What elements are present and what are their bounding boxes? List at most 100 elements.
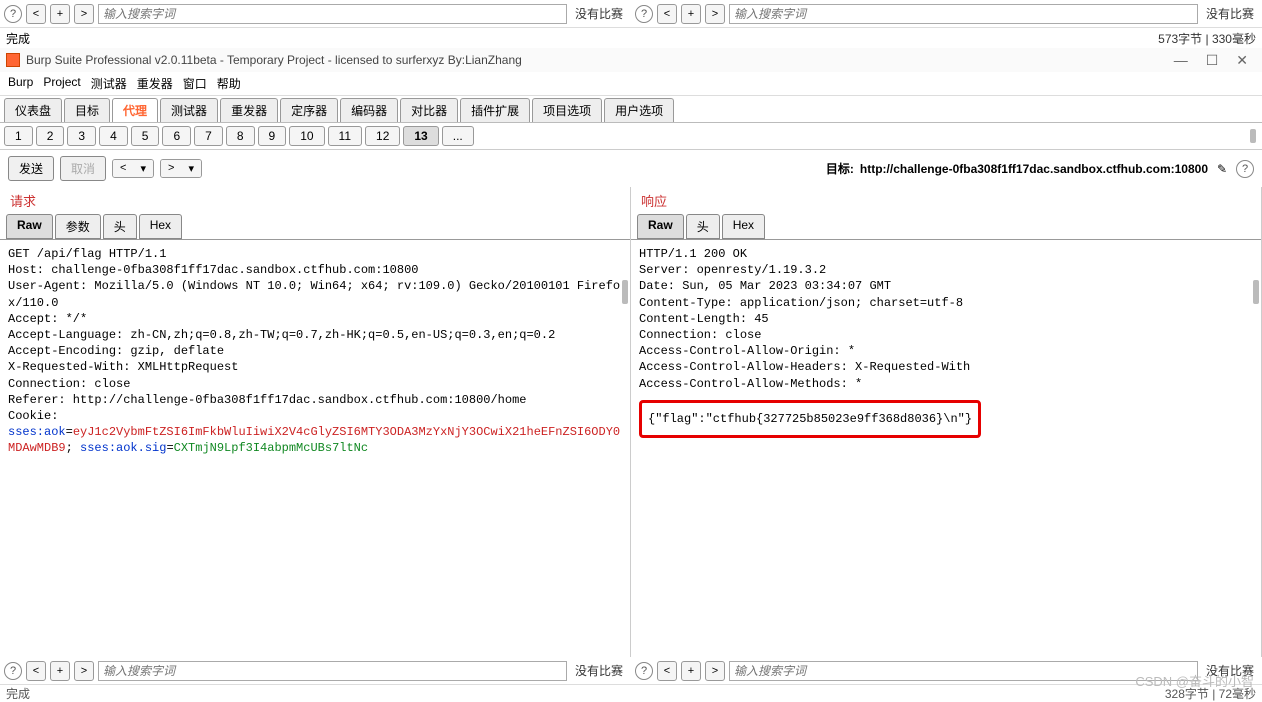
menu-item[interactable]: 帮助 — [217, 75, 241, 92]
num-tab[interactable]: 6 — [162, 126, 191, 146]
num-tab[interactable]: 10 — [289, 126, 324, 146]
scrollbar[interactable] — [622, 280, 628, 304]
help-icon[interactable]: ? — [635, 662, 653, 680]
menu-item[interactable]: Burp — [8, 75, 33, 92]
num-tab[interactable]: ... — [442, 126, 474, 146]
watermark: CSDN @奋斗的小智 — [1135, 671, 1254, 690]
response-line: Server: openresty/1.19.3.2 — [639, 262, 1253, 278]
request-panel-title: 请求 — [0, 187, 630, 214]
minimize-button[interactable]: — — [1174, 52, 1188, 69]
sub-tab[interactable]: 参数 — [55, 214, 101, 239]
response-line: Date: Sun, 05 Mar 2023 03:34:07 GMT — [639, 278, 1253, 294]
status-done: 完成 — [6, 30, 1158, 47]
target-label: 目标: — [826, 160, 854, 177]
num-tab[interactable]: 13 — [403, 126, 438, 146]
response-line: Content-Type: application/json; charset=… — [639, 295, 1253, 311]
prev-button[interactable]: < — [26, 661, 46, 681]
next-button[interactable]: > — [74, 661, 94, 681]
next-button[interactable]: > — [705, 4, 725, 24]
next-button[interactable]: > — [74, 4, 94, 24]
num-tab[interactable]: 11 — [328, 126, 362, 146]
search-input-bottom-right[interactable] — [729, 661, 1198, 681]
num-tab[interactable]: 7 — [194, 126, 223, 146]
scrollbar[interactable] — [1253, 280, 1259, 304]
sub-tab[interactable]: Raw — [6, 214, 53, 239]
request-line: X-Requested-With: XMLHttpRequest — [8, 359, 622, 375]
prev-button[interactable]: < — [657, 661, 677, 681]
cancel-button[interactable]: 取消 — [60, 156, 106, 181]
request-line: Accept: */* — [8, 311, 622, 327]
tabs-scrollbar[interactable] — [1250, 129, 1256, 143]
sub-tab[interactable]: Hex — [722, 214, 765, 239]
menu-item[interactable]: 测试器 — [91, 75, 127, 92]
num-tab[interactable]: 12 — [365, 126, 400, 146]
status-done: 完成 — [6, 685, 1165, 702]
num-tab[interactable]: 3 — [67, 126, 96, 146]
target-url: http://challenge-0fba308f1ff17dac.sandbo… — [860, 162, 1208, 176]
prev-button[interactable]: < — [26, 4, 46, 24]
menu-item[interactable]: 重发器 — [137, 75, 173, 92]
num-tab[interactable]: 1 — [4, 126, 33, 146]
sub-tab[interactable]: Hex — [139, 214, 182, 239]
send-button[interactable]: 发送 — [8, 156, 54, 181]
no-match-label: 没有比赛 — [571, 5, 627, 22]
help-icon[interactable]: ? — [1236, 160, 1254, 178]
history-nav[interactable]: <▾ — [112, 159, 154, 178]
main-tab[interactable]: 仪表盘 — [4, 98, 62, 122]
add-button[interactable]: + — [50, 4, 70, 24]
add-button[interactable]: + — [681, 661, 701, 681]
response-body-highlight: {"flag":"ctfhub{327725b85023e9ff368d8036… — [639, 400, 981, 438]
main-tab[interactable]: 重发器 — [220, 98, 278, 122]
request-subtabs: Raw参数头Hex — [0, 214, 630, 239]
response-subtabs: Raw头Hex — [631, 214, 1261, 239]
help-icon[interactable]: ? — [635, 5, 653, 23]
burp-logo-icon — [6, 53, 20, 67]
request-line: Cookie: — [8, 408, 622, 424]
close-button[interactable]: ✕ — [1236, 52, 1248, 69]
menu-item[interactable]: 窗口 — [183, 75, 207, 92]
response-line: Access-Control-Allow-Headers: X-Requeste… — [639, 359, 1253, 375]
request-content[interactable]: GET /api/flag HTTP/1.1Host: challenge-0f… — [0, 239, 630, 657]
main-tab[interactable]: 测试器 — [160, 98, 218, 122]
sub-tab[interactable]: 头 — [686, 214, 720, 239]
main-tab[interactable]: 代理 — [112, 98, 158, 122]
response-content[interactable]: HTTP/1.1 200 OKServer: openresty/1.19.3.… — [631, 239, 1261, 657]
search-input-top-right[interactable] — [729, 4, 1198, 24]
menu-item[interactable]: Project — [43, 75, 80, 92]
num-tab[interactable]: 9 — [258, 126, 287, 146]
num-tab[interactable]: 8 — [226, 126, 255, 146]
main-tab[interactable]: 项目选项 — [532, 98, 602, 122]
main-tab[interactable]: 对比器 — [400, 98, 458, 122]
history-nav[interactable]: >▾ — [160, 159, 202, 178]
response-line: HTTP/1.1 200 OK — [639, 246, 1253, 262]
response-line: Content-Length: 45 — [639, 311, 1253, 327]
main-tab[interactable]: 编码器 — [340, 98, 398, 122]
main-tab[interactable]: 目标 — [64, 98, 110, 122]
main-tab[interactable]: 插件扩展 — [460, 98, 530, 122]
request-line: Referer: http://challenge-0fba308f1ff17d… — [8, 392, 622, 408]
sub-tab[interactable]: 头 — [103, 214, 137, 239]
num-tab[interactable]: 2 — [36, 126, 65, 146]
edit-target-icon[interactable]: ✎ — [1214, 161, 1230, 177]
main-tabs: 仪表盘目标代理测试器重发器定序器编码器对比器插件扩展项目选项用户选项 — [0, 96, 1262, 123]
num-tab[interactable]: 4 — [99, 126, 128, 146]
next-button[interactable]: > — [705, 661, 725, 681]
response-panel-title: 响应 — [631, 187, 1261, 214]
sub-tab[interactable]: Raw — [637, 214, 684, 239]
request-line: User-Agent: Mozilla/5.0 (Windows NT 10.0… — [8, 278, 622, 310]
request-line: Accept-Encoding: gzip, deflate — [8, 343, 622, 359]
response-line: Access-Control-Allow-Origin: * — [639, 343, 1253, 359]
main-tab[interactable]: 定序器 — [280, 98, 338, 122]
help-icon[interactable]: ? — [4, 662, 22, 680]
main-tab[interactable]: 用户选项 — [604, 98, 674, 122]
search-input-top-left[interactable] — [98, 4, 567, 24]
maximize-button[interactable]: ☐ — [1206, 52, 1219, 69]
add-button[interactable]: + — [681, 4, 701, 24]
num-tab[interactable]: 5 — [131, 126, 160, 146]
prev-button[interactable]: < — [657, 4, 677, 24]
help-icon[interactable]: ? — [4, 5, 22, 23]
add-button[interactable]: + — [50, 661, 70, 681]
cookie-key: sses:aok — [8, 425, 66, 439]
search-input-bottom-left[interactable] — [98, 661, 567, 681]
status-bytes: 573字节 | 330毫秒 — [1158, 30, 1256, 47]
